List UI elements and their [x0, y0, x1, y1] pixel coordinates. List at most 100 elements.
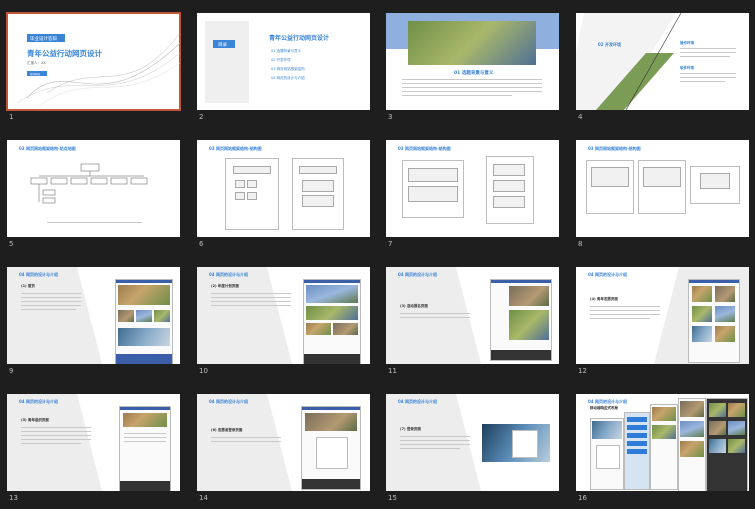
slide-10-section: (2) 年度计划页面 — [211, 284, 239, 288]
footer-bar — [120, 481, 170, 491]
slide-number: 1 — [9, 113, 14, 121]
slide-number: 11 — [388, 367, 397, 375]
slide-7-title: 03 网页网站框架结构-结构图 — [398, 146, 451, 151]
slide-number: 3 — [388, 113, 393, 121]
menu-chip — [627, 417, 647, 422]
text-line — [21, 443, 81, 444]
slide-16-title: 04 网页的设计与介绍 — [588, 399, 627, 404]
slide-13-canvas: 04 网页的设计与介绍 (5) 青年组织页面 — [7, 394, 180, 491]
text-line — [680, 73, 736, 74]
banner-image — [118, 328, 170, 346]
slide-thumbnail-2[interactable]: 目录 青年公益行动网页设计 01 选题背景与意义 02 开发环境 03 网页网站… — [197, 13, 370, 128]
hero-image — [509, 286, 549, 306]
login-form — [512, 430, 538, 458]
slide-thumbnail-3[interactable]: 01 选题背景与意义 3 — [386, 13, 559, 128]
text-line — [590, 318, 650, 319]
wire-block — [591, 167, 629, 187]
hero-image — [305, 413, 357, 431]
slide-thumbnail-9[interactable]: 04 网页的设计与介绍 (1) 首页 9 — [7, 267, 180, 382]
text-line — [211, 293, 291, 294]
slide-thumbnail-7[interactable]: 03 网页网站框架结构-结构图 7 — [386, 140, 559, 255]
webpage-screenshot — [119, 406, 171, 491]
slide-thumbnail-8[interactable]: 03 网页网站框架结构-结构图 8 — [576, 140, 749, 255]
slide-9-section: (1) 首页 — [21, 284, 35, 288]
slide-thumbnail-12[interactable]: 04 网页的设计与介绍 (4) 青年志愿页面 12 — [576, 267, 749, 382]
slide-thumbnail-4[interactable]: 02 开发环境 操作环境 软件环境 4 — [576, 13, 749, 128]
slide-number: 12 — [578, 367, 587, 375]
slide-thumbnail-16[interactable]: 04 网页的设计与介绍 移动端响应式布局 16 — [576, 394, 749, 509]
slide-1-title: 青年公益行动网页设计 — [27, 49, 102, 58]
slide-thumbnail-15[interactable]: 04 网页的设计与介绍 (7) 登录页面 15 — [386, 394, 559, 509]
slide-14-section: (6) 志愿者登录页面 — [211, 428, 243, 432]
nav-bar — [491, 280, 551, 283]
text-line — [211, 297, 291, 298]
slide-number: 6 — [199, 240, 204, 248]
slide-8-canvas: 03 网页网站框架结构-结构图 — [576, 140, 749, 237]
slide-9-title: 04 网页的设计与介绍 — [19, 272, 58, 277]
slide-thumbnail-14[interactable]: 04 网页的设计与介绍 (6) 志愿者登录页面 14 — [197, 394, 370, 509]
thumb-image — [709, 403, 726, 417]
text-line — [211, 305, 291, 306]
slide-11-canvas: 04 网页的设计与介绍 (3) 活动报名页面 — [386, 267, 559, 364]
content-image — [306, 306, 358, 320]
slide-4-canvas: 02 开发环境 操作环境 软件环境 — [576, 13, 749, 110]
slide-thumbnail-5[interactable]: 03 网页网站框架结构-站点地图 5 — [7, 140, 180, 255]
wire-block — [247, 192, 257, 200]
toc-item-4: 04 网页的设计与介绍 — [271, 76, 305, 80]
mobile-screenshot-4 — [678, 398, 706, 491]
text-line — [400, 444, 470, 445]
slide-3-photo — [408, 21, 536, 65]
slide-2-title: 青年公益行动网页设计 — [269, 35, 330, 42]
slide-3-canvas: 01 选题背景与意义 — [386, 13, 559, 110]
slide-sorter-grid: 毕业设计答辩 青年公益行动网页设计 汇报人：XX 答辩开始 1 目录 青年公益行… — [0, 0, 755, 506]
slide-4-heading-1: 操作环境 — [680, 41, 694, 45]
slide-number: 4 — [578, 113, 583, 121]
wire-block — [493, 180, 525, 192]
slide-15-title: 04 网页的设计与介绍 — [398, 399, 437, 404]
slide-thumbnail-1[interactable]: 毕业设计答辩 青年公益行动网页设计 汇报人：XX 答辩开始 1 — [6, 12, 181, 128]
slide-9-canvas: 04 网页的设计与介绍 (1) 首页 — [7, 267, 180, 364]
slide-4-diagonal-art — [576, 13, 682, 110]
text-line — [21, 305, 81, 306]
slide-number: 14 — [199, 494, 208, 502]
text-line — [590, 310, 660, 311]
text-line — [680, 52, 736, 53]
text-line — [21, 427, 91, 428]
text-line — [211, 437, 281, 438]
wire-block — [493, 164, 525, 176]
text-line — [400, 436, 470, 437]
badge-text: 目录 — [218, 42, 227, 48]
slide-6-title: 03 网页网站框架结构-结构图 — [209, 146, 262, 151]
nav-bar — [689, 280, 739, 283]
mobile-screenshot-1 — [590, 418, 624, 490]
slide-12-section: (4) 青年志愿页面 — [590, 297, 618, 301]
text-line — [211, 441, 281, 442]
slide-thumbnail-10[interactable]: 04 网页的设计与介绍 (2) 年度计划页面 10 — [197, 267, 370, 382]
slide-thumbnail-11[interactable]: 04 网页的设计与介绍 (3) 活动报名页面 11 — [386, 267, 559, 382]
slide-2-side-panel — [205, 21, 249, 103]
slide-1-button: 答辩开始 — [27, 71, 47, 76]
text-line — [21, 293, 81, 294]
wire-block — [235, 180, 245, 188]
slide-16-canvas: 04 网页的设计与介绍 移动端响应式布局 — [576, 394, 749, 491]
nav-bar — [116, 280, 172, 283]
text-line — [402, 79, 542, 80]
slide-7-canvas: 03 网页网站框架结构-结构图 — [386, 140, 559, 237]
wire-block — [235, 192, 245, 200]
slide-thumbnail-13[interactable]: 04 网页的设计与介绍 (5) 青年组织页面 13 — [7, 394, 180, 509]
thumb-image — [118, 310, 134, 322]
content-image — [680, 441, 704, 457]
thumb-image — [728, 421, 745, 435]
thumb-image — [715, 286, 735, 302]
webpage-screenshot — [688, 279, 740, 363]
hero-image — [118, 285, 170, 305]
text-line — [124, 437, 166, 438]
slide-12-title: 04 网页的设计与介绍 — [588, 272, 627, 277]
footer-bar — [304, 354, 360, 364]
hero-image — [592, 421, 622, 439]
slide-thumbnail-6[interactable]: 03 网页网站框架结构-结构图 6 — [197, 140, 370, 255]
slide-2-badge: 目录 — [213, 40, 235, 48]
text-line — [21, 301, 81, 302]
slide-number: 9 — [9, 367, 14, 375]
wire-block — [643, 167, 681, 187]
